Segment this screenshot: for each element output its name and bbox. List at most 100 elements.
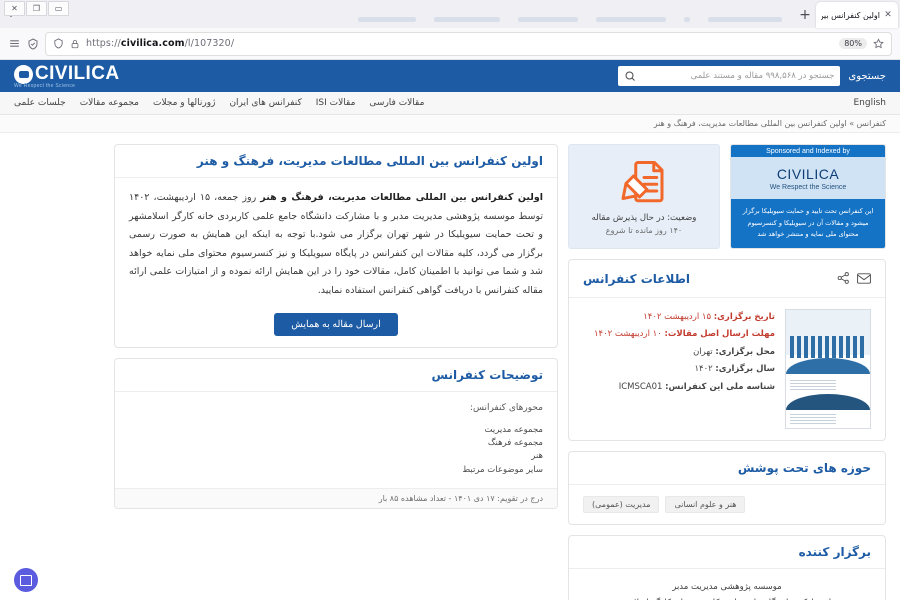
url-domain: civilica.com: [120, 38, 185, 49]
civilica-logo[interactable]: CIVILICA We Respect the Science: [14, 63, 119, 89]
shield-icon[interactable]: [53, 38, 64, 49]
logo-text: CIVILICA: [35, 63, 120, 84]
topic-item: هنر: [531, 451, 543, 462]
lock-icon[interactable]: [70, 39, 80, 49]
info-value: ۱۴۰۲: [694, 364, 713, 375]
browser-tab-active[interactable]: ✕ اولین کنفرانس بین الم: [816, 2, 898, 28]
submit-paper-button[interactable]: ارسال مقاله به همایش: [274, 313, 398, 337]
organizer-line: و با مشارکت دانشگاه جامع علمی کاربردی خا…: [583, 596, 871, 600]
coverage-card: حوزه های تحت پوشش هنر و علوم انسانی مدیر…: [568, 451, 886, 526]
nav-item-conferences[interactable]: کنفرانس های ایران: [229, 98, 301, 108]
search-icon: [624, 70, 636, 82]
background-tab[interactable]: [684, 17, 690, 22]
window-maximize-button[interactable]: ❐: [26, 1, 47, 16]
sponsor-brand: CIVILICA: [776, 166, 840, 182]
conference-description-heading: توضیحات کنفرانس: [115, 359, 557, 393]
info-value: ICMSCA01: [618, 381, 663, 392]
tab-strip: ✕ اولین کنفرانس بین الم + ⌄ ▭ ❐ ✕: [0, 0, 900, 28]
sponsor-card: Sponsored and Indexed by CIVILICA We Res…: [730, 144, 886, 250]
coverage-tag[interactable]: هنر و علوم انسانی: [665, 496, 746, 514]
background-tabs: [22, 17, 794, 28]
info-value: تهران: [693, 346, 713, 357]
info-row-year: سال برگزاری: ۱۴۰۲: [583, 361, 775, 378]
info-label: محل برگزاری:: [715, 346, 775, 357]
coverage-heading: حوزه های تحت پوشش: [569, 452, 885, 486]
coverage-tag-list: هنر و علوم انسانی مدیریت (عمومی): [583, 496, 871, 514]
breadcrumb[interactable]: کنفرانس » اولین کنفرانس بین المللی مطالع…: [654, 119, 886, 128]
url-text: https://civilica.com/l/107320/: [86, 38, 833, 49]
tracking-protection-icon[interactable]: [27, 37, 39, 50]
info-label: شناسه ملی این کنفرانس:: [665, 381, 775, 392]
sidebar-top-row: Sponsored and Indexed by CIVILICA We Res…: [568, 144, 886, 250]
info-row-code: شناسه ملی این کنفرانس: ICMSCA01: [583, 379, 775, 396]
tab-title: اولین کنفرانس بین الم: [821, 10, 880, 20]
background-tab[interactable]: [596, 17, 666, 22]
sponsor-note: این کنفرانس تحت تایید و حمایت سیویلیکا ب…: [731, 199, 885, 249]
conference-stats-footer: درج در تقویم: ۱۷ دی ۱۴۰۱ - تعداد مشاهده …: [115, 487, 557, 508]
info-row-date: تاریخ برگزاری: ۱۵ اردیبهشت ۱۴۰۲: [583, 309, 775, 326]
info-value: ۱۰ اردیبهشت ۱۴۰۲: [593, 329, 662, 340]
nav-item-sessions[interactable]: جلسات علمی: [14, 98, 66, 108]
new-tab-button[interactable]: +: [794, 4, 816, 26]
hamburger-menu-icon[interactable]: [8, 37, 21, 50]
main-navigation: English مقالات فارسی مقالات ISI کنفرانس …: [0, 92, 900, 115]
coverage-tag[interactable]: مدیریت (عمومی): [583, 496, 660, 514]
envelope-icon[interactable]: [857, 269, 871, 288]
conference-description: اولین کنفرانس بین المللی مطالعات مدیریت،…: [129, 189, 543, 300]
site-search: جستجوی جستجو در ۹۹۸,۵۶۸ مقاله و مستند عل…: [618, 66, 886, 86]
browser-navigation-bar: https://civilica.com/l/107320/ 80%: [0, 28, 900, 60]
info-action-icons: [837, 269, 871, 288]
search-placeholder-text: جستجو در ۹۹۸,۵۶۸ مقاله و مستند علمی: [690, 71, 835, 81]
window-close-button[interactable]: ✕: [4, 1, 25, 16]
conference-main-card: اولین کنفرانس بین المللی مطالعات مدیریت،…: [114, 144, 558, 349]
url-scheme: https://: [86, 38, 121, 49]
nav-item-journals[interactable]: ژورنالها و مجلات: [153, 98, 215, 108]
topic-item: مجموعه فرهنگ: [487, 438, 543, 449]
url-path: /l/107320/: [184, 38, 235, 49]
topic-list: مجموعه مدیریت مجموعه فرهنگ هنر سایر موضو…: [129, 424, 543, 477]
search-input-wrapper[interactable]: جستجو در ۹۹۸,۵۶۸ مقاله و مستند علمی: [618, 66, 841, 86]
description-title-bold: اولین کنفرانس بین المللی مطالعات مدیریت،…: [260, 192, 543, 203]
info-row-deadline: مهلت ارسال اصل مقالات: ۱۰ اردیبهشت ۱۴۰۲: [583, 326, 775, 343]
info-label: مهلت ارسال اصل مقالات:: [664, 329, 775, 340]
status-title: وضعیت: در حال پذیرش مقاله: [591, 213, 697, 224]
background-tab[interactable]: [434, 17, 500, 22]
sponsor-top-label: Sponsored and Indexed by: [731, 145, 885, 157]
share-icon[interactable]: [837, 269, 850, 288]
background-tab[interactable]: [708, 17, 782, 22]
site-header: جستجوی جستجو در ۹۹۸,۵۶۸ مقاله و مستند عل…: [0, 60, 900, 92]
background-tab[interactable]: [358, 17, 416, 22]
language-switch-english[interactable]: English: [854, 98, 887, 108]
page-title: اولین کنفرانس بین المللی مطالعات مدیریت،…: [115, 145, 557, 178]
sponsor-tagline: We Respect the Science: [769, 184, 847, 191]
status-card: وضعیت: در حال پذیرش مقاله ۱۴۰ روز مانده …: [568, 144, 720, 250]
page-content: Sponsored and Indexed by CIVILICA We Res…: [0, 133, 900, 600]
window-minimize-button[interactable]: ▭: [48, 1, 69, 16]
topic-item: سایر موضوعات مرتبط: [462, 464, 543, 475]
nav-item-proceedings[interactable]: مجموعه مقالات: [80, 98, 139, 108]
window-controls: ▭ ❐ ✕: [4, 1, 69, 16]
background-tab[interactable]: [518, 17, 578, 22]
nav-item-papers-isi[interactable]: مقالات ISI: [316, 98, 356, 108]
description-body: روز جمعه، ۱۵ اردیبهشت، ۱۴۰۲ توسط موسسه پ…: [129, 192, 543, 296]
main-column: اولین کنفرانس بین المللی مطالعات مدیریت،…: [114, 144, 558, 600]
conference-info-heading: اطلاعات کنفرانس: [583, 271, 691, 286]
chat-widget-button[interactable]: [14, 568, 38, 592]
info-label: سال برگزاری:: [715, 364, 775, 375]
breadcrumb-bar: کنفرانس » اولین کنفرانس بین المللی مطالع…: [0, 115, 900, 133]
organizer-heading: برگزار کننده: [569, 536, 885, 570]
logo-mark-icon: [14, 64, 33, 84]
logo-tagline: We Respect the Science: [14, 83, 76, 89]
conference-poster-image[interactable]: [785, 309, 871, 430]
zoom-level-indicator[interactable]: 80%: [839, 38, 867, 49]
conference-info-rows: تاریخ برگزاری: ۱۵ اردیبهشت ۱۴۰۲ مهلت ارس…: [583, 309, 775, 429]
star-icon[interactable]: [873, 38, 884, 49]
info-value: ۱۵ اردیبهشت ۱۴۰۲: [643, 312, 712, 323]
conference-info-card: اطلاعات کنفرانس تاریخ برگزاری: ۱۵ اردیبه…: [568, 259, 886, 442]
search-button[interactable]: جستجوی: [848, 71, 886, 82]
tab-close-icon[interactable]: ✕: [883, 10, 893, 20]
status-countdown: ۱۴۰ روز مانده تا شروع: [605, 226, 683, 236]
nav-item-papers-fa[interactable]: مقالات فارسی: [369, 98, 424, 108]
address-bar[interactable]: https://civilica.com/l/107320/ 80%: [45, 31, 892, 56]
conference-description-card: توضیحات کنفرانس محورهای کنفرانس: مجموعه …: [114, 358, 558, 509]
